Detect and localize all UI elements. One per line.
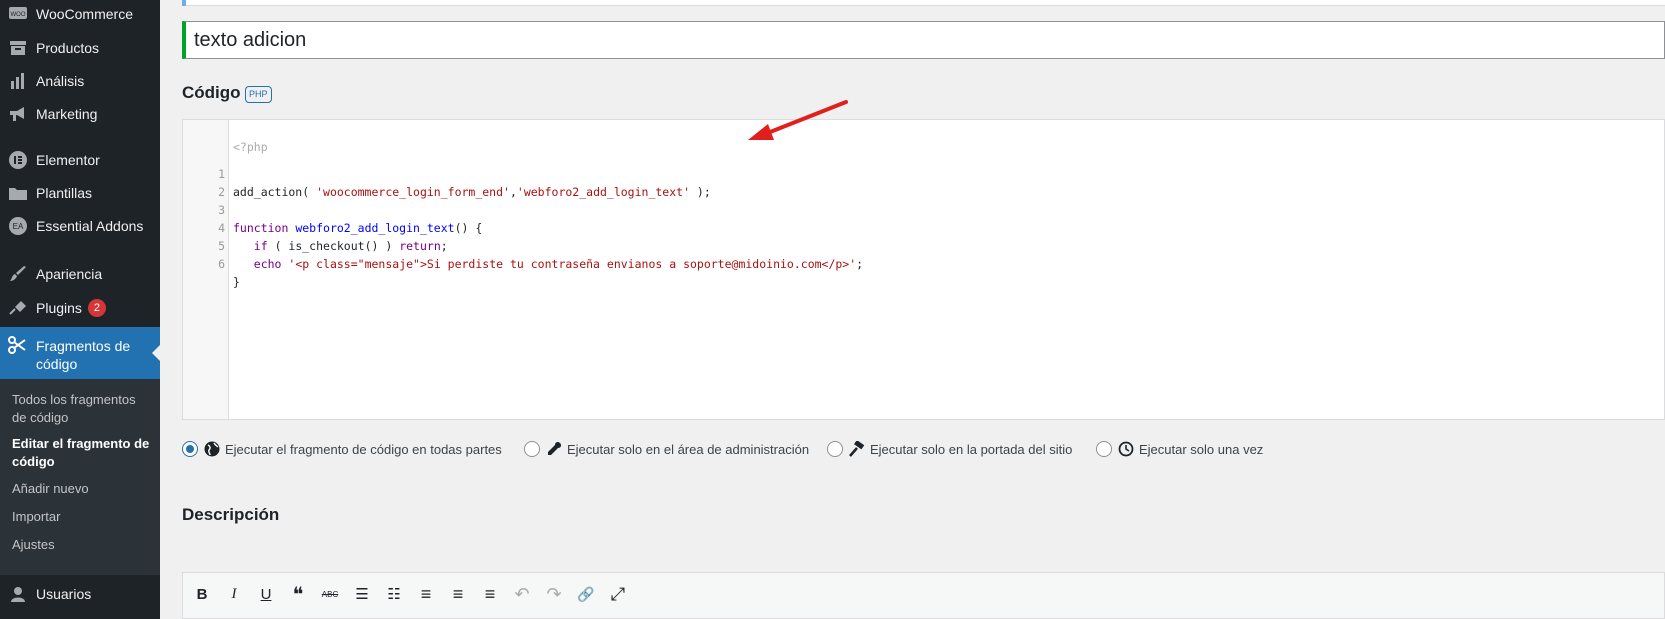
sidebar-item-label: Elementor [36,152,100,168]
annotation-arrow [748,100,848,140]
current-menu-arrow [152,345,160,361]
megaphone-icon [8,104,28,124]
sidebar-item-elementor[interactable]: Elementor [0,143,160,177]
scope-option-label: Ejecutar solo una vez [1139,441,1264,457]
code-prefix-line: <?php [183,120,1663,154]
sidebar-item-productos[interactable]: Productos [0,31,160,65]
code-line[interactable]: 4 if ( is_checkout() ) return; [183,201,1663,253]
svg-text:WOO: WOO [11,12,26,18]
sidebar-item-essential-addons[interactable]: EA Essential Addons [0,209,160,243]
scope-option-everywhere[interactable]: Ejecutar el fragmento de código en todas… [182,439,502,459]
scope-option-label: Ejecutar solo en el área de administraci… [567,441,810,457]
underline-button[interactable]: U [255,583,277,605]
align-center-button[interactable]: ≡ [447,583,469,605]
sidebar-item-label: Usuarios [36,586,92,602]
sidebar-item-apariencia[interactable]: Apariencia [0,257,160,291]
submenu-item-todos[interactable]: Todos los fragmentos de código [12,391,152,427]
sidebar-item-label: Plantillas [36,185,93,201]
undo-button[interactable]: ↶ [511,583,533,605]
user-icon [8,584,28,604]
woo-icon: WOO [8,4,28,24]
scope-option-label: Ejecutar solo en la portada del sitio [870,441,1073,457]
clock-icon [1118,441,1134,457]
scope-radio[interactable] [827,441,843,457]
numbered-list-button[interactable]: ☷ [383,583,405,605]
sidebar-item-label: Plugins [36,300,82,316]
code-line[interactable]: 5 echo '<p class="mensaje">Si perdiste t… [183,219,1663,271]
hammer-icon [849,441,865,457]
description-heading: Descripción [182,505,280,524]
code-line-text: } [233,275,240,289]
folder-icon [8,183,28,203]
redo-button[interactable]: ↷ [543,583,565,605]
sidebar-item-plugins[interactable]: Plugins 2 [0,291,160,325]
sidebar-item-label: Análisis [36,73,85,89]
sidebar-submenu: Todos los fragmentos de código Editar el… [0,379,160,575]
sidebar-item-label: Apariencia [36,266,103,282]
sidebar-item-plantillas[interactable]: Plantillas [0,176,160,210]
submenu-item-ajustes[interactable]: Ajustes [12,536,152,554]
chart-bar-icon [8,71,28,91]
scope-option-front-end[interactable]: Ejecutar solo en la portada del sitio [827,439,1072,459]
code-line[interactable]: 1 add_action( 'woocommerce_login_form_en… [183,147,1663,199]
top-panel-edge [182,0,1665,6]
sidebar-item-label: Marketing [36,106,98,122]
align-left-button[interactable]: ≡ [415,583,437,605]
code-line[interactable]: 3 function webforo2_add_login_text() { [183,183,1663,235]
scope-option-once[interactable]: Ejecutar solo una vez [1096,439,1263,459]
sidebar-item-woocommerce[interactable]: WOO WooCommerce [0,0,160,31]
archive-icon [8,38,28,58]
scope-option-admin[interactable]: Ejecutar solo en el área de administraci… [524,439,809,459]
sidebar-item-label: Productos [36,40,100,56]
php-badge: PHP [245,86,272,103]
submenu-item-editar[interactable]: Editar el fragmento de código [12,435,152,471]
code-line-text: echo '<p class="mensaje">Si perdiste tu … [253,257,864,271]
description-editor-toolbar: B I U ❝ ABC ☰ ☷ ≡ ≡ ≡ ↶ ↷ 🔗 ⤢ [182,572,1665,619]
globe-icon [204,441,220,457]
bullet-list-button[interactable]: ☰ [351,583,373,605]
ea-icon: EA [8,216,28,236]
sidebar-item-label: Essential Addons [36,218,144,234]
sidebar-item-marketing[interactable]: Marketing [0,97,160,131]
submenu-item-importar[interactable]: Importar [12,508,152,526]
scope-radio[interactable] [182,441,198,457]
top-panel-accent [182,0,186,6]
scope-option-label: Ejecutar el fragmento de código en todas… [225,441,502,457]
svg-text:EA: EA [13,222,24,231]
plug-icon [8,298,28,318]
code-line[interactable]: 6 } [183,237,1663,289]
sidebar-item-fragmentos-de-codigo[interactable]: Fragmentos de código [0,327,160,379]
submenu-item-anadir-nuevo[interactable]: Añadir nuevo [12,480,152,498]
brush-icon [8,264,28,284]
align-right-button[interactable]: ≡ [479,583,501,605]
elementor-icon [8,150,28,170]
link-button[interactable]: 🔗 [575,583,597,605]
line-number: 6 [218,257,225,271]
fullscreen-button[interactable]: ⤢ [607,583,629,605]
bold-button[interactable]: B [191,583,213,605]
sidebar-item-label: Fragmentos de código [36,338,131,372]
scope-radio[interactable] [1096,441,1112,457]
blockquote-button[interactable]: ❝ [287,583,309,606]
strikethrough-button[interactable]: ABC [319,583,341,605]
sidebar-item-label: WooCommerce [36,6,133,22]
italic-button[interactable]: I [223,583,245,605]
sidebar-item-analisis[interactable]: Análisis [0,64,160,98]
scope-radio[interactable] [524,441,540,457]
code-section-heading: Código [182,83,241,102]
code-editor[interactable]: <?php 1 add_action( 'woocommerce_login_f… [182,119,1665,420]
admin-sidebar: WOO WooCommerce Productos Análisis Marke… [0,0,160,619]
snippet-title-input[interactable]: texto adicion [182,21,1665,59]
plugins-update-badge: 2 [87,299,106,317]
wrench-icon [546,441,562,457]
sidebar-item-usuarios[interactable]: Usuarios [0,577,160,611]
scissors-icon [8,336,26,357]
code-line[interactable]: 2 [183,165,1663,199]
